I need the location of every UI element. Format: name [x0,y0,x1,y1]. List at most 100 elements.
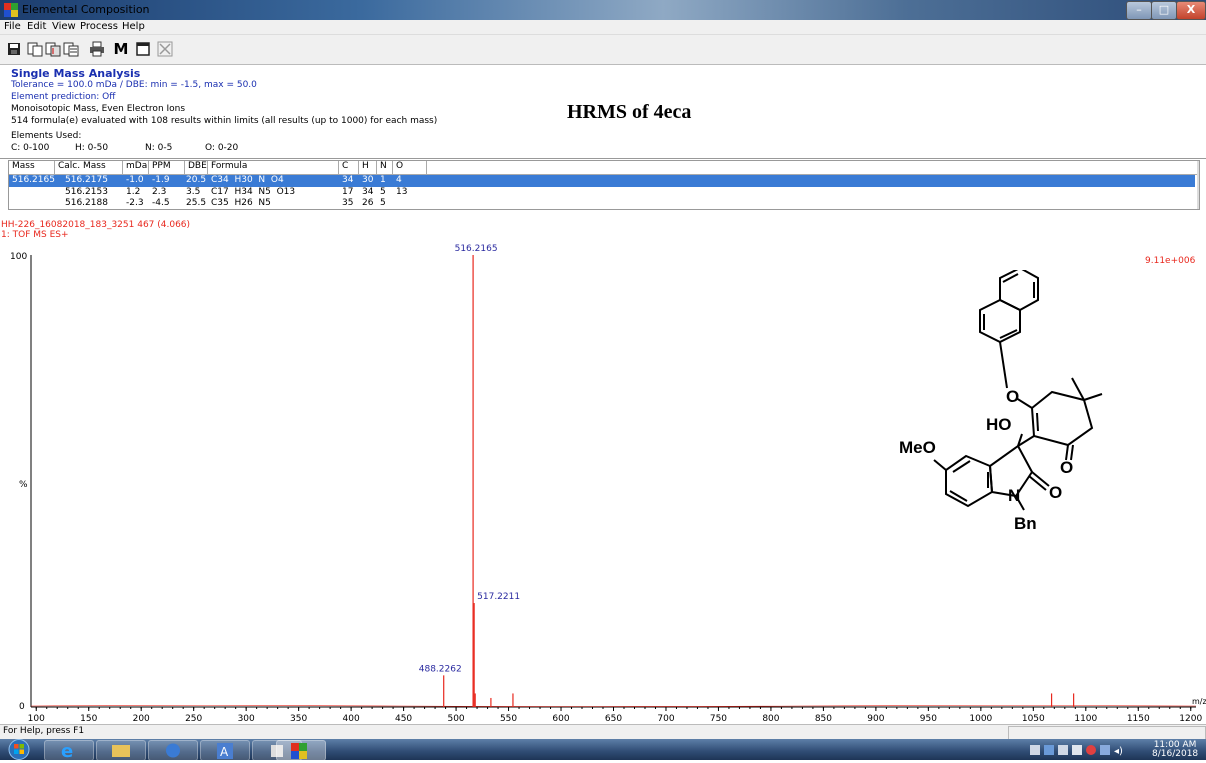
nitrogen-label: N [1008,486,1020,505]
chemical-structure: O HO MeO O N O Bn [899,270,1103,530]
ketone-oxygen-label: O [1060,458,1073,477]
col-ppm[interactable]: PPM [149,161,185,174]
menu-view[interactable]: View [52,21,76,32]
print-icon[interactable] [86,38,108,60]
benzyl-label: Bn [1014,514,1037,530]
intensity-label: 9.11e+006 [1145,256,1196,266]
ether-oxygen-label: O [1006,387,1019,406]
taskbar-a-button[interactable]: A [200,740,250,761]
x-tick-label: 250 [185,714,202,724]
cell-calc: 516.2188 [65,198,108,208]
status-panel [1008,726,1206,740]
col-n[interactable]: N [377,161,393,174]
taskbar-masslynx-button[interactable] [276,740,326,761]
analysis-heading: Single Mass Analysis [11,67,141,80]
taskbar-ie-button[interactable]: e [44,740,94,762]
y-axis-percent-label: % [19,480,28,490]
cell-formula: C17 H34 N5 O13 [211,187,296,197]
x-tick-label: 700 [657,714,674,724]
menu-file[interactable]: File [4,21,21,32]
lactam-oxygen-label: O [1049,483,1062,502]
col-h[interactable]: H [359,161,377,174]
col-mda[interactable]: mDa [123,161,149,174]
x-tick-label: 1000 [969,714,992,724]
baseline-noise [30,705,1197,707]
menu-edit[interactable]: Edit [27,21,46,32]
col-mass[interactable]: Mass [9,161,55,174]
ie-icon: e [61,741,73,762]
cell-dbe: 3.5 [186,187,201,197]
copy-table-icon[interactable] [60,38,82,60]
clock-date: 8/16/2018 [1152,749,1199,759]
cell-h: 26 [362,198,374,208]
x-tick-label: 450 [395,714,412,724]
menu-help[interactable]: Help [122,21,145,32]
cell-mda: 1.2 [126,187,141,197]
close-button[interactable]: X [1176,1,1206,20]
cell-h: 30 [362,175,374,185]
cell-formula: C35 H26 N5 [211,198,271,208]
peak-label: 488.2262 [419,664,462,674]
cell-dbe: 25.5 [186,198,207,208]
cell-mda: -1.0 [126,175,144,185]
hydroxyl-label: HO [986,415,1012,434]
menu-process[interactable]: Process [80,21,118,32]
mass-icon[interactable]: M [110,38,132,60]
window-icon[interactable] [132,38,154,60]
window-title: Elemental Composition [22,3,150,16]
annotation-title: HRMS of 4eca [567,101,692,123]
taskbar: e A ◂) 11:00 AM 8/16/2018 [0,739,1206,762]
cell-formula: C34 H30 N O4 [211,175,284,185]
cell-h: 34 [362,187,374,197]
system-tray-icons[interactable]: ◂) [1030,743,1140,757]
title-bar: Elemental Composition – □ X [0,0,1206,20]
x-tick-label: 400 [343,714,360,724]
table-row[interactable]: 516.2153 1.2 2.3 3.5 C17 H34 N5 O13 17 3… [9,187,1195,198]
taskbar-app-button[interactable] [148,740,198,761]
elemental-composition-icon [291,743,307,759]
cell-o: 13 [396,187,408,197]
elements-used-label: Elements Used: [11,131,82,141]
x-tick-label: 1150 [1127,714,1150,724]
x-axis-ticks: 100 150 200 250 300 350 400 450 500 550 600 650 700 7… [28,707,1202,724]
col-c[interactable]: C [339,161,359,174]
toolbar: M [0,35,1206,65]
svg-text:A: A [220,745,229,759]
cell-c: 34 [342,175,354,185]
cell-n: 5 [380,198,386,208]
element-range-o: O: 0-20 [205,143,239,153]
cell-ppm: -4.5 [152,198,170,208]
taskbar-clock[interactable]: 11:00 AM 8/16/2018 [1152,741,1198,759]
start-orb-icon[interactable] [8,739,30,760]
x-tick-label: 150 [80,714,97,724]
x-tick-label: 100 [28,714,45,724]
app-icon [166,743,180,758]
maximize-button[interactable]: □ [1151,1,1177,20]
col-o[interactable]: O [393,161,427,174]
x-tick-label: 600 [552,714,569,724]
col-calc-mass[interactable]: Calc. Mass [55,161,123,174]
x-tick-label: 1050 [1022,714,1045,724]
cell-mass: 516.2165 [12,175,55,185]
col-formula[interactable]: Formula [208,161,339,174]
x-tick-label: 900 [867,714,884,724]
folder-icon [112,745,130,757]
table-scrollbar[interactable] [1197,161,1199,209]
save-icon[interactable] [3,38,25,60]
peak-label: 517.2211 [477,592,520,602]
element-prediction-line: Element prediction: Off [11,92,116,102]
x-tick-label: 1100 [1074,714,1097,724]
cell-n: 5 [380,187,386,197]
font-a-icon: A [217,743,233,759]
x-tick-label: 650 [605,714,622,724]
col-dbe[interactable]: DBE [185,161,208,174]
methoxy-label: MeO [899,438,936,457]
x-tick-label: 950 [920,714,937,724]
minimize-button[interactable]: – [1126,1,1152,20]
evaluation-line: 514 formula(e) evaluated with 108 result… [11,116,438,126]
close-icon[interactable] [154,38,176,60]
table-row[interactable]: 516.2188 -2.3 -4.5 25.5 C35 H26 N5 35 26… [9,198,1195,209]
table-row-selected[interactable]: 516.2165 516.2175 -1.0 -1.9 20.5 C34 H30… [9,175,1195,187]
x-tick-label: 200 [133,714,150,724]
taskbar-explorer-button[interactable] [96,740,146,761]
